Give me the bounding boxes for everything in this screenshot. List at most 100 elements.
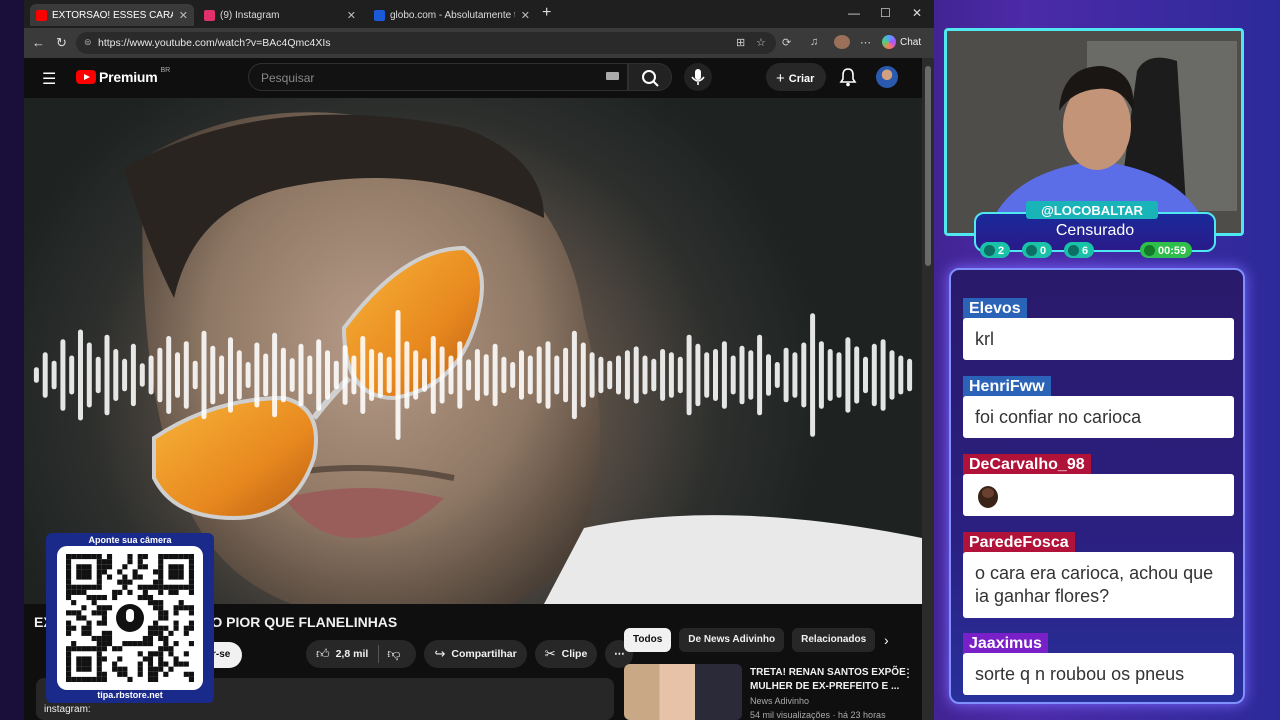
notifications-bell-icon[interactable] — [839, 67, 857, 87]
close-tab-icon[interactable]: ✕ — [179, 9, 188, 22]
profile-avatar[interactable] — [834, 35, 850, 49]
account-avatar[interactable] — [876, 66, 898, 88]
waveform-bar — [130, 343, 136, 407]
waveform-bar — [510, 362, 516, 388]
waveform-bar — [307, 355, 313, 395]
microphone-icon — [116, 604, 144, 632]
thumbs-down-icon[interactable]: 👎︎ — [387, 646, 400, 662]
waveform-bar — [554, 355, 560, 395]
favorite-star-icon[interactable]: ☆ — [756, 36, 766, 49]
chevron-right-icon[interactable]: › — [884, 632, 889, 648]
waveform-bar — [704, 352, 710, 398]
waveform-bar — [880, 339, 886, 411]
tab-instagram[interactable]: (9) Instagram ✕ — [198, 4, 362, 26]
waveform-bar — [792, 352, 798, 398]
waveform-bar — [474, 349, 480, 401]
media-icon[interactable]: ♫ — [810, 36, 818, 48]
emote-icon — [978, 486, 998, 508]
recommendation-filters: Todos De News Adivinho Relacionados — [624, 628, 876, 652]
waveform-bar — [845, 337, 851, 413]
waveform-bar — [210, 345, 216, 405]
waveform-bar — [60, 339, 66, 411]
tab-globo[interactable]: globo.com - Absolutamente tudo ✕ — [368, 4, 536, 26]
youtube-premium-logo[interactable]: Premium BR — [76, 67, 170, 85]
url-field[interactable]: ⊜ https://www.youtube.com/watch?v=BAc4Qm… — [76, 32, 776, 54]
keyboard-icon[interactable] — [606, 72, 619, 80]
waveform-bar — [563, 347, 569, 403]
more-vertical-icon[interactable]: ⋮ — [902, 666, 914, 680]
youtube-viewer-badge: 0 — [1022, 242, 1053, 258]
waveform-bar — [863, 356, 868, 394]
reload-icon[interactable]: ↻ — [56, 35, 67, 51]
thumbs-up-icon: 👍︎ — [316, 646, 330, 661]
waveform-bar — [748, 350, 754, 400]
chat-text: foi confiar no carioca — [963, 396, 1234, 438]
like-button[interactable]: 👍︎ 2,8 mil 👎︎ — [306, 640, 417, 668]
waveform-bar — [571, 330, 577, 420]
waveform-bar — [439, 346, 445, 404]
create-button[interactable]: + Criar — [766, 63, 827, 91]
chip-related[interactable]: Relacionados — [792, 628, 876, 652]
waveform-bar — [122, 358, 128, 392]
instagram-favicon-icon — [204, 9, 215, 21]
waveform-bar — [677, 356, 683, 394]
waveform-bar — [766, 354, 771, 396]
chat-username: Jaaximus — [963, 633, 1048, 655]
chat-username: HenriFww — [963, 376, 1051, 398]
waveform-bar — [598, 356, 604, 394]
recommended-video[interactable]: TRETA! RENAN SANTOS EXPÕE MULHER DE EX-P… — [624, 664, 914, 720]
scrollbar-thumb[interactable] — [925, 66, 931, 266]
chat-text: krl — [963, 318, 1234, 360]
video-thumbnail[interactable] — [624, 664, 742, 720]
waveform-bar — [377, 352, 383, 398]
scissors-icon: ✂ — [544, 646, 556, 661]
maximize-icon[interactable]: ☐ — [880, 6, 891, 20]
waveform-bar — [228, 337, 233, 413]
search-input[interactable]: Pesquisar — [248, 63, 628, 91]
chat-username: Elevos — [963, 298, 1027, 320]
tab-youtube[interactable]: EXTORSÃO! ESSES CARAS TÃO PIOR ✕ — [30, 4, 194, 26]
chip-all[interactable]: Todos — [624, 628, 672, 652]
page-scrollbar[interactable] — [922, 58, 934, 720]
back-icon[interactable]: ← — [32, 35, 45, 50]
waveform-bar — [183, 341, 189, 409]
minimize-icon[interactable]: — — [848, 6, 860, 20]
waveform-bar — [422, 358, 427, 392]
waveform-bar — [483, 354, 489, 396]
waveform-bar — [360, 336, 366, 414]
close-window-icon[interactable]: ✕ — [912, 6, 922, 20]
waveform-bar — [430, 336, 436, 414]
voice-search-button[interactable] — [684, 63, 712, 91]
video-player[interactable] — [24, 98, 922, 604]
more-options-icon[interactable]: ⋯ — [860, 36, 871, 49]
chip-channel[interactable]: De News Adivinho — [679, 628, 785, 652]
waveform-bar — [316, 339, 322, 411]
qr-code-pattern — [66, 554, 194, 682]
waveform-bar — [254, 342, 260, 408]
waveform-bar — [448, 355, 454, 395]
plus-icon: + — [776, 70, 785, 87]
waveform-bar — [325, 350, 330, 400]
waveform-bar — [201, 330, 207, 420]
waveform-bar — [492, 343, 498, 407]
clip-button[interactable]: ✂ Clipe — [534, 640, 598, 668]
close-tab-icon[interactable]: ✕ — [347, 9, 356, 22]
menu-icon[interactable]: ☰ — [42, 69, 56, 89]
extension-icon[interactable]: ⟳ — [782, 36, 791, 49]
copilot-chat-button[interactable]: Chat — [882, 35, 921, 49]
share-button[interactable]: ↪ Compartilhar — [424, 640, 527, 668]
search-icon — [642, 70, 659, 87]
waveform-bar — [404, 341, 410, 409]
close-tab-icon[interactable]: ✕ — [521, 9, 530, 22]
site-info-icon[interactable]: ⊜ — [84, 37, 92, 48]
waveform-bar — [139, 363, 145, 387]
chat-panel: Elevos krl HenriFww foi confiar no cario… — [949, 268, 1245, 704]
search-button[interactable] — [628, 63, 672, 91]
waveform-bar — [95, 356, 101, 394]
stream-status: Censurado — [1055, 222, 1135, 239]
waveform-bar — [616, 355, 621, 395]
new-tab-icon[interactable]: + — [542, 4, 551, 22]
youtube-header: ☰ Premium BR Pesquisar + Criar — [24, 58, 922, 98]
app-icon[interactable]: ⊞ — [736, 36, 745, 49]
waveform-bar — [104, 334, 110, 416]
